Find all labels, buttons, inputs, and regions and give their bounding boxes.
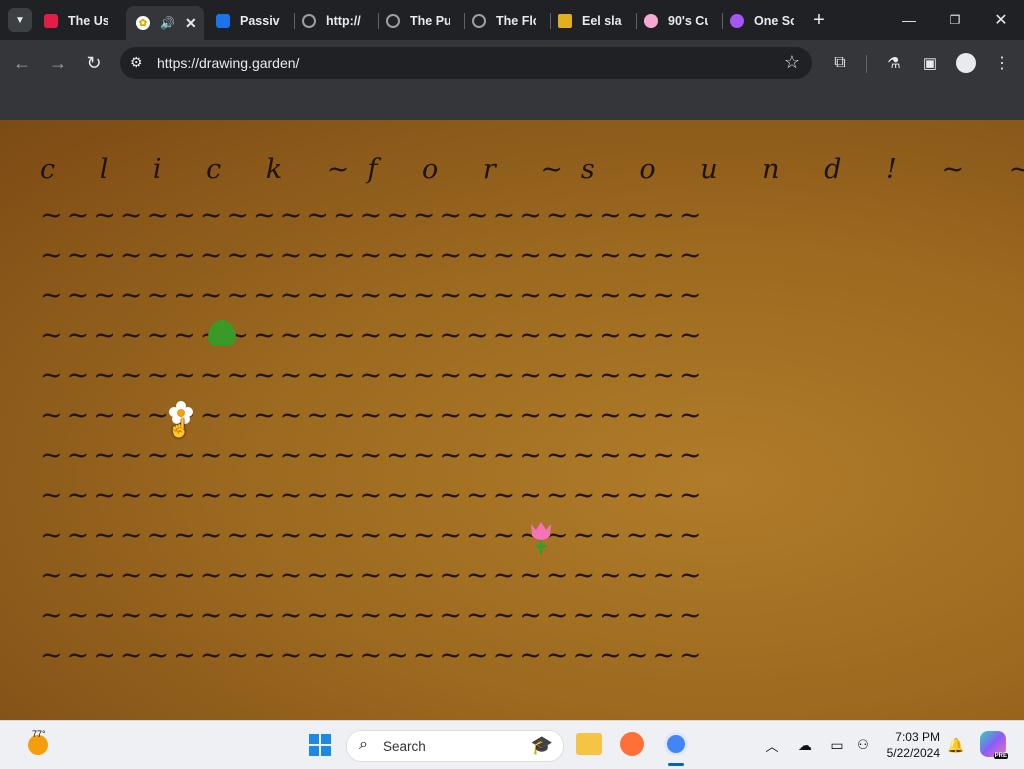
planet-icon	[730, 14, 744, 28]
wave-row: ~~~~~~~~~~~~~~~~~~~~~~~~~	[40, 280, 706, 311]
onedrive-off-icon[interactable]: ☁	[794, 735, 816, 755]
tab-separator	[636, 13, 637, 29]
notification-bell-icon[interactable]: 🔔	[946, 735, 966, 755]
wave-row: ~~~~~~~~~~~~~~~~~~~~~~~~~	[40, 440, 706, 471]
close-window-button[interactable]: ✕	[986, 8, 1016, 32]
bookmarks-bar	[0, 86, 1024, 120]
tab-the-pu[interactable]: The Pu	[386, 6, 462, 36]
globe-icon	[302, 14, 316, 28]
network-icon[interactable]: ⚇	[852, 735, 874, 755]
system-clock[interactable]: 7:03 PM 5/22/2024	[887, 729, 940, 761]
tab-the-us[interactable]: The Us	[44, 6, 120, 36]
tab-separator	[722, 13, 723, 29]
search-icon: ⌕	[359, 736, 368, 753]
new-tab-button[interactable]: +	[804, 8, 834, 32]
address-bar[interactable]: ⚙ https://drawing.garden/ ☆	[120, 47, 812, 79]
wave-row: ~~~~~~~~~~~~~~~~~~~~~~~~~	[40, 600, 706, 631]
url-text: https://drawing.garden/	[157, 55, 300, 71]
active-app-indicator	[668, 763, 684, 766]
hand-cursor-icon: ☝	[168, 418, 191, 438]
red-square-icon	[44, 14, 58, 28]
tulip-flower-icon	[528, 520, 554, 554]
globe-icon	[472, 14, 486, 28]
tab-the-flo[interactable]: The Flo	[472, 6, 548, 36]
tab-http[interactable]: http://	[302, 6, 374, 36]
browser-toolbar: ← → ↻ ⚙ https://drawing.garden/ ☆ ⧉ ⚗ ▣ …	[0, 40, 1024, 86]
labs-flask-icon[interactable]: ⚗	[880, 50, 908, 76]
tab-one-so[interactable]: One So	[730, 6, 806, 36]
copilot-icon[interactable]: PRE	[980, 731, 1008, 759]
clock-date: 5/22/2024	[886, 746, 940, 760]
toolbar-separator	[866, 55, 867, 73]
tab-passive[interactable]: Passive	[216, 6, 292, 36]
display-icon[interactable]: ▭	[826, 735, 848, 755]
side-panel-icon[interactable]: ▣	[916, 50, 944, 76]
tab-separator	[294, 13, 295, 29]
chevron-up-icon[interactable]: ︿	[762, 735, 782, 755]
weather-widget[interactable]: 77°	[18, 729, 58, 761]
weather-temperature: 77°	[32, 729, 46, 739]
forward-button[interactable]: →	[44, 50, 72, 76]
minimize-button[interactable]: —	[894, 8, 924, 32]
wave-row: ~~~~~~~~~~~~~~~~~~~~~~~~~	[40, 320, 706, 351]
speaker-icon[interactable]: 🔊	[160, 16, 175, 30]
tab-separator	[378, 13, 379, 29]
back-button[interactable]: ←	[8, 50, 36, 76]
reload-button[interactable]: ↻	[80, 50, 108, 76]
tab-90s-cu[interactable]: 90's Cu	[644, 6, 720, 36]
tab-separator	[464, 13, 465, 29]
file-explorer-icon[interactable]	[576, 733, 602, 755]
clock-time: 7:03 PM	[895, 730, 940, 744]
wave-row: ~~~~~~~~~~~~~~~~~~~~~~~~~	[40, 560, 706, 591]
flower-favicon-icon: ✿	[136, 16, 150, 30]
wave-row: ~~~~~~~~~~~~~~~~~~~~~~~~~	[40, 240, 706, 271]
globe-icon	[386, 14, 400, 28]
wave-row: ~~~~~~~~~~~~~~~~~~~~~~~~~	[40, 200, 706, 231]
wave-row: ~~~~~~~~~~~~~~~~~~~~~~~~~	[40, 360, 706, 391]
eel-icon	[558, 14, 572, 28]
taskbar-search-box[interactable]: ⌕ Search 🎓	[346, 730, 564, 762]
wave-row: ~~~~~~~~~~~~~~~~~~~~~~~~~	[40, 520, 706, 551]
windows-logo-icon	[309, 734, 331, 756]
close-tab-icon[interactable]: ✕	[185, 15, 197, 32]
start-button[interactable]	[306, 731, 334, 759]
firefox-icon[interactable]	[620, 732, 644, 756]
tab-strip: ▼ The Us ✿ 🔊 ✕ Passive http:// The Pu Th…	[0, 0, 1024, 40]
tab-drawing-garden[interactable]: ✿ 🔊 ✕	[126, 6, 204, 40]
bookmark-star-icon[interactable]: ☆	[784, 52, 800, 73]
blue-face-icon	[216, 14, 230, 28]
tab-eel-slap[interactable]: Eel slap	[558, 6, 634, 36]
graduation-cap-icon: 🎓	[530, 735, 553, 755]
tab-separator	[550, 13, 551, 29]
chrome-icon[interactable]	[664, 732, 688, 756]
drawing-garden-canvas[interactable]: c l i c k ~f o r ~s o u n d ! ~ ~ ~ ~ ~ …	[0, 120, 1024, 720]
click-for-sound-heading: c l i c k ~f o r ~s o u n d ! ~ ~ ~ ~ ~ …	[40, 154, 1024, 185]
tab-search-dropdown-button[interactable]: ▼	[8, 8, 32, 32]
restore-button[interactable]: ❐	[940, 8, 970, 32]
profile-avatar-icon[interactable]	[952, 50, 980, 76]
copilot-preview-badge: PRE	[993, 753, 1008, 759]
windows-taskbar: 77° ⌕ Search 🎓 ︿ ☁ ▭ ⚇ 7:03 PM 5/22/2024…	[0, 720, 1024, 769]
site-info-icon[interactable]: ⚙	[130, 54, 143, 71]
mouse-icon	[644, 14, 658, 28]
wave-row: ~~~~~~~~~~~~~~~~~~~~~~~~~	[40, 480, 706, 511]
wave-row: ~~~~~~~~~~~~~~~~~~~~~~~~~	[40, 640, 706, 671]
extensions-icon[interactable]: ⧉	[826, 50, 854, 76]
menu-kebab-icon[interactable]: ⋮	[988, 50, 1016, 76]
